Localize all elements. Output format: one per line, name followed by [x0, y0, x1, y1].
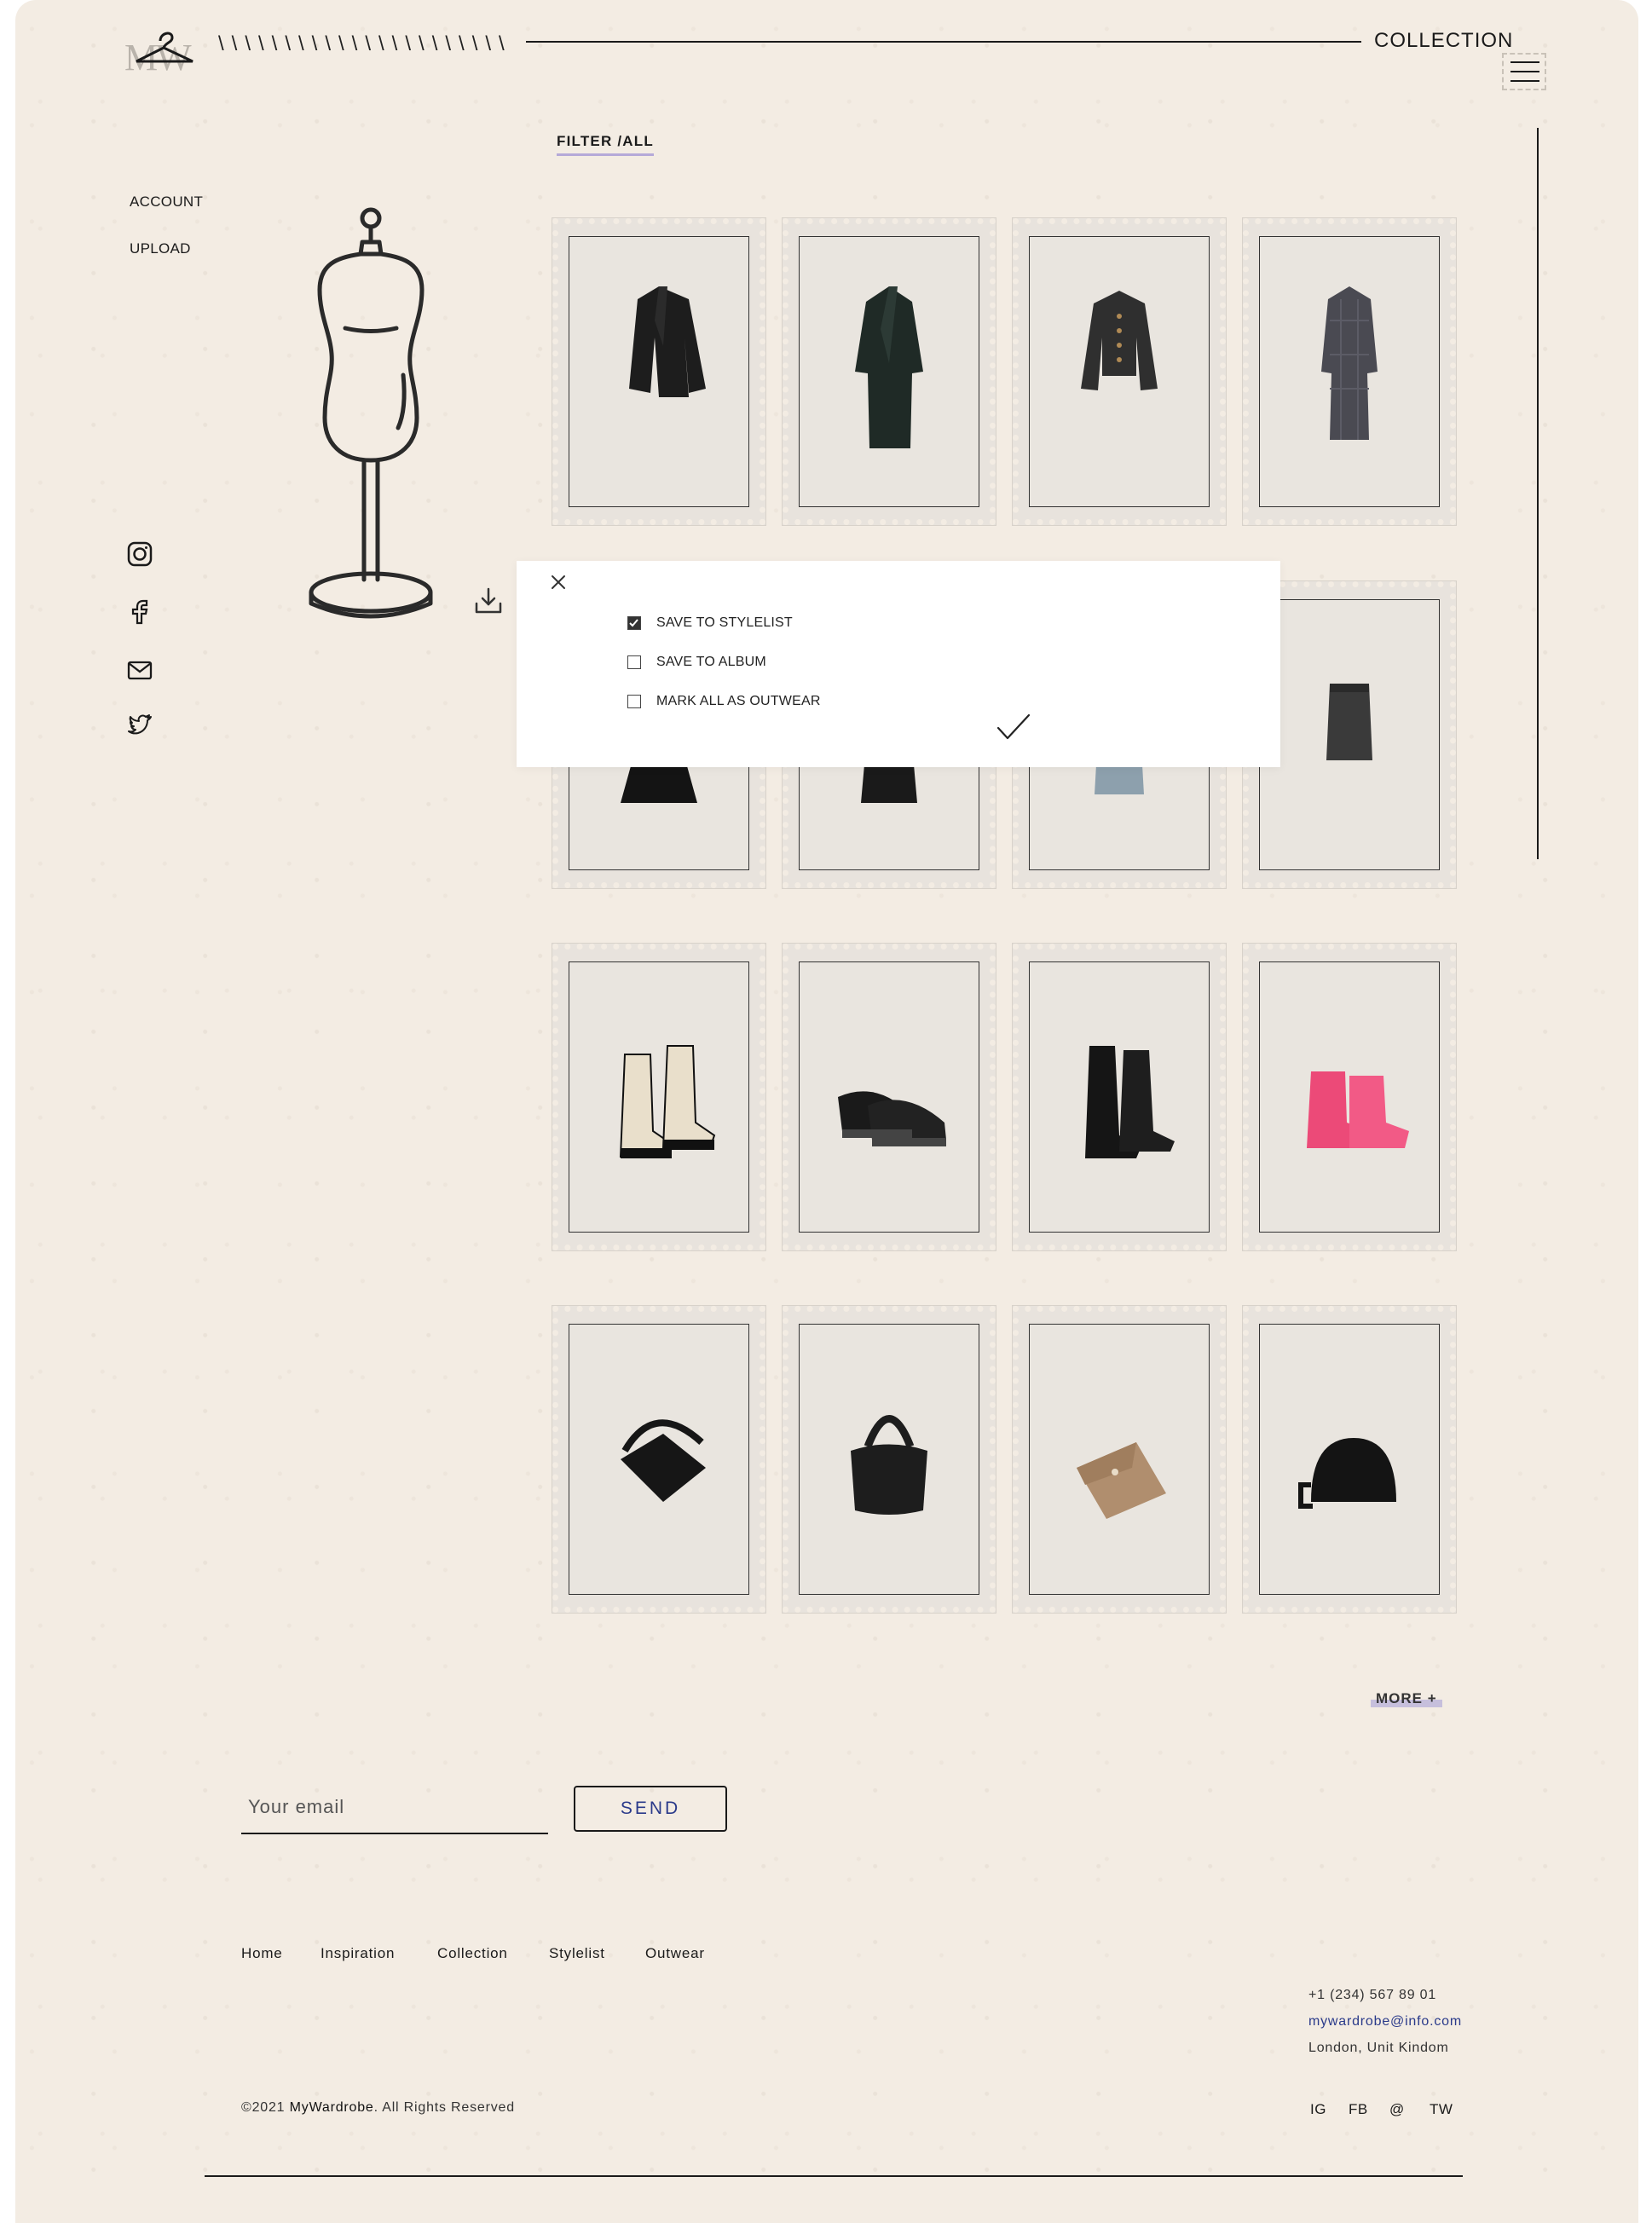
brand-name: MyWardrobe [289, 2100, 374, 2115]
shoulder-bag-image [621, 1419, 706, 1502]
card-holder-image [1077, 1442, 1166, 1519]
chelsea-boots-image [619, 1045, 716, 1158]
product-image-frame [1029, 236, 1210, 507]
close-icon[interactable] [546, 569, 571, 595]
product-card-derby-shoes[interactable] [782, 943, 996, 1251]
confirm-check-icon[interactable] [996, 713, 1031, 743]
option-label: MARK ALL AS OUTWEAR [656, 694, 821, 708]
product-card-long-coat[interactable] [782, 217, 996, 526]
check-coat-image [1321, 286, 1378, 440]
product-card-crossbody-bag[interactable] [1242, 1305, 1457, 1614]
hamburger-menu-button[interactable] [1502, 53, 1546, 90]
product-image-frame [1259, 236, 1440, 507]
product-image-frame [1259, 599, 1440, 870]
product-card-check-coat[interactable] [1242, 217, 1457, 526]
menu-bar [1510, 71, 1539, 72]
product-card-rain-boots[interactable] [1242, 943, 1457, 1251]
product-image-frame [569, 236, 749, 507]
email-input[interactable] [241, 1781, 548, 1834]
vertical-divider [1537, 128, 1539, 859]
product-image-frame [569, 961, 749, 1233]
tweed-skirt-image [1326, 684, 1372, 760]
product-image-frame [569, 1324, 749, 1595]
product-card-hobo-bag[interactable] [782, 1305, 996, 1614]
menu-bar [1510, 80, 1539, 82]
facebook-icon[interactable] [126, 598, 153, 626]
decorative-slashes: \\\\\\\\\\\\\\\\\\\\\\ [218, 32, 512, 55]
checkbox[interactable] [627, 695, 641, 708]
blazer-image [629, 286, 706, 397]
twitter-icon[interactable] [126, 711, 153, 738]
option-label: SAVE TO ALBUM [656, 655, 766, 669]
footer-link-stylelist[interactable]: Stylelist [549, 1945, 605, 1962]
product-image-frame [799, 961, 979, 1233]
footer-link-inspiration[interactable]: Inspiration [321, 1945, 395, 1962]
product-image-frame [799, 1324, 979, 1595]
footer-social-tw[interactable]: TW [1430, 2101, 1453, 2118]
mannequin-illustration [309, 207, 433, 619]
nav-account[interactable]: ACCOUNT [130, 193, 203, 211]
product-image-frame [1259, 961, 1440, 1233]
download-icon[interactable] [474, 586, 503, 615]
filter-all-button[interactable]: FILTER /ALL [557, 133, 654, 156]
header-divider [526, 41, 1361, 43]
option-mark-all-as-outwear[interactable]: MARK ALL AS OUTWEAR [627, 694, 821, 709]
footer-social-email[interactable]: @ [1389, 2101, 1405, 2118]
nav-upload[interactable]: UPLOAD [130, 240, 191, 257]
crossbody-bag-image [1298, 1438, 1396, 1509]
option-save-to-stylelist[interactable]: SAVE TO STYLELIST [627, 615, 793, 631]
copyright-suffix: . All Rights Reserved [373, 2100, 515, 2115]
rain-boots-image [1307, 1071, 1409, 1148]
derby-shoes-image [838, 1091, 946, 1146]
footer-social-ig[interactable]: IG [1310, 2101, 1326, 2118]
mail-icon[interactable] [126, 656, 153, 684]
instagram-icon[interactable] [126, 540, 153, 568]
logo[interactable]: MW [119, 24, 205, 78]
product-card-card-holder[interactable] [1012, 1305, 1227, 1614]
checkbox[interactable] [627, 655, 641, 669]
long-coat-image [855, 286, 923, 448]
tweed-jacket-image [1081, 291, 1158, 390]
footer-link-outwear[interactable]: Outwear [645, 1945, 705, 1962]
combat-boots-image [1085, 1046, 1175, 1158]
option-label: SAVE TO STYLELIST [656, 615, 793, 630]
page-title: COLLECTION [1374, 29, 1514, 52]
copyright: ©2021 MyWardrobe. All Rights Reserved [241, 2100, 515, 2116]
copyright-prefix: ©2021 [241, 2100, 290, 2115]
product-card-combat-boots[interactable] [1012, 943, 1227, 1251]
product-image-frame [1259, 1324, 1440, 1595]
footer-link-collection[interactable]: Collection [437, 1945, 508, 1962]
checkmark-icon [629, 619, 638, 627]
footer-social-fb[interactable]: FB [1349, 2101, 1368, 2118]
product-card-tweed-jacket[interactable] [1012, 217, 1227, 526]
checkbox-checked[interactable] [627, 616, 641, 630]
send-button[interactable]: SEND [574, 1786, 727, 1832]
more-button[interactable]: MORE + [1371, 1690, 1442, 1707]
menu-bar [1510, 61, 1539, 63]
contact-address: London, Unit Kindom [1308, 2041, 1449, 2055]
footer-link-home[interactable]: Home [241, 1945, 283, 1962]
contact-phone: +1 (234) 567 89 01 [1308, 1988, 1437, 2002]
hanger-icon [136, 32, 194, 63]
contact-email[interactable]: mywardrobe@info.com [1308, 2014, 1462, 2030]
product-card-blazer[interactable] [552, 217, 766, 526]
product-image-frame [1029, 1324, 1210, 1595]
product-card-chelsea-boots[interactable] [552, 943, 766, 1251]
product-card-shoulder-bag[interactable] [552, 1305, 766, 1614]
footer-divider [205, 2175, 1463, 2177]
product-image-frame [1029, 961, 1210, 1233]
save-options-dialog: SAVE TO STYLELIST SAVE TO ALBUM MARK ALL… [517, 561, 1280, 767]
option-save-to-album[interactable]: SAVE TO ALBUM [627, 655, 766, 670]
hobo-bag-image [851, 1415, 927, 1515]
product-image-frame [799, 236, 979, 507]
